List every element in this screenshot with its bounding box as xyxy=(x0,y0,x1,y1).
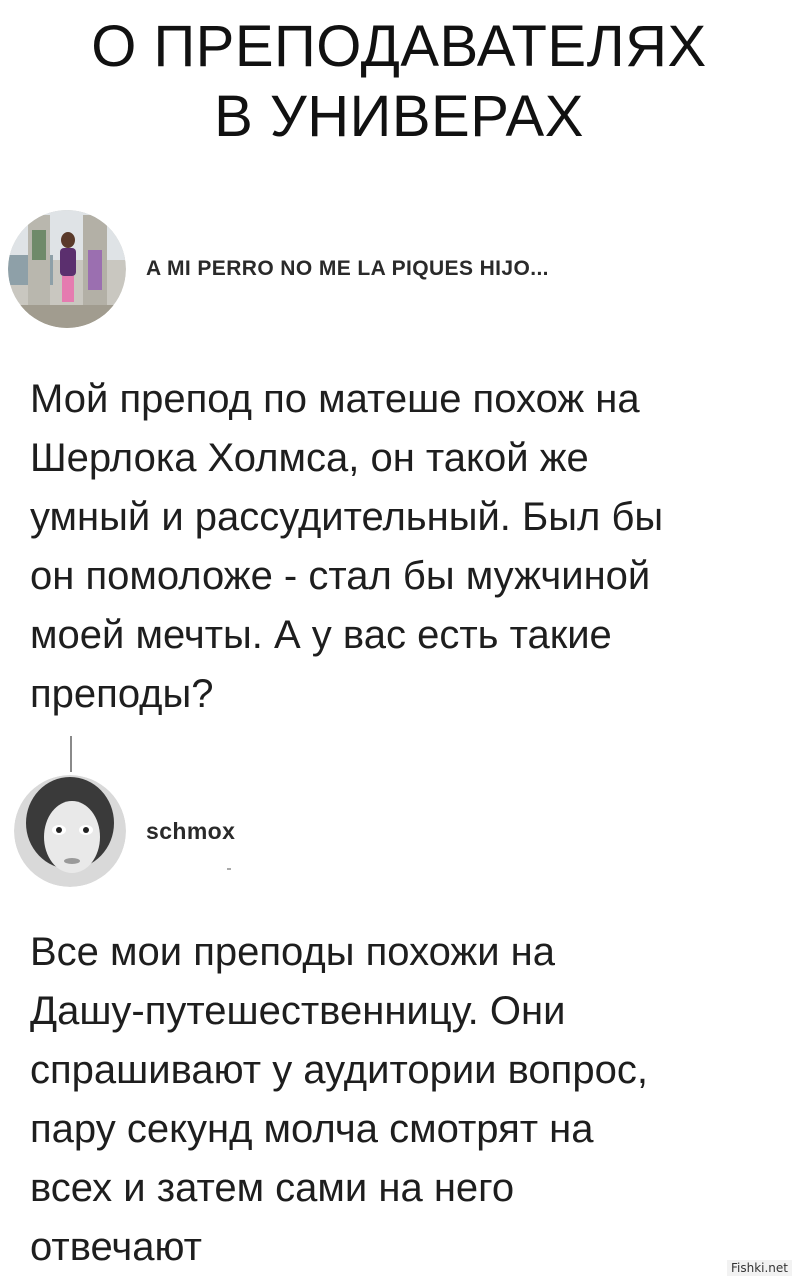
avatar[interactable] xyxy=(14,775,126,887)
watermark: Fishki.net xyxy=(726,1260,792,1276)
text-line: Дашу-путешественницу. Они xyxy=(30,989,566,1033)
avatar-photo-icon xyxy=(14,775,126,887)
post-2-text: Все мои преподы похожи на Дашу-путешеств… xyxy=(30,923,770,1277)
text-line: Шерлока Холмса, он такой же xyxy=(30,436,589,480)
reblog-connector xyxy=(70,736,72,772)
title-line-1: О ПРЕПОДАВАТЕЛЯХ xyxy=(91,14,707,79)
text-line: преподы? xyxy=(30,672,214,716)
post-1-text: Мой препод по матеше похож на Шерлока Хо… xyxy=(30,370,770,724)
text-line: моей мечты. А у вас есть такие xyxy=(30,613,612,657)
post-1-username[interactable]: A MI PERRO NO ME LA PIQUES HIJO... xyxy=(146,257,549,281)
divider xyxy=(227,868,231,870)
text-line: умный и рассудительный. Был бы xyxy=(30,495,664,539)
post-2-header: schmox xyxy=(14,775,235,887)
text-line: Мой препод по матеше похож на xyxy=(30,377,640,421)
text-line: спрашивают у аудитории вопрос, xyxy=(30,1048,648,1092)
post-2-username[interactable]: schmox xyxy=(146,818,235,845)
meme-title: О ПРЕПОДАВАТЕЛЯХ В УНИВЕРАХ xyxy=(0,12,798,152)
text-line: всех и затем сами на него xyxy=(30,1166,515,1210)
post-1-header: A MI PERRO NO ME LA PIQUES HIJO... xyxy=(8,210,549,328)
title-line-2: В УНИВЕРАХ xyxy=(214,84,584,149)
text-line: отвечают xyxy=(30,1225,202,1269)
avatar[interactable] xyxy=(8,210,126,328)
text-line: пару секунд молча смотрят на xyxy=(30,1107,594,1151)
avatar-photo-icon xyxy=(8,210,126,328)
text-line: Все мои преподы похожи на xyxy=(30,930,555,974)
text-line: он помоложе - стал бы мужчиной xyxy=(30,554,651,598)
